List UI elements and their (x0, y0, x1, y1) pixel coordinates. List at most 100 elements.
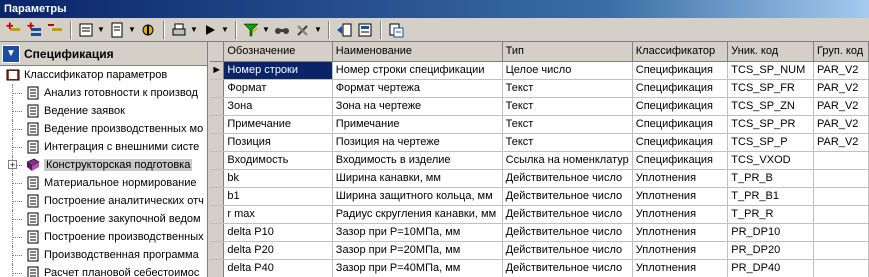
table-cell[interactable]: Спецификация (632, 133, 729, 152)
add-child-icon[interactable]: ✚ (24, 20, 44, 40)
table-row[interactable]: Входимость Входимость в изделие Ссылка на … (210, 151, 869, 170)
tree-item[interactable]: Материальное нормирование (0, 174, 207, 192)
table-cell[interactable] (813, 223, 869, 242)
print-dropdown-icon[interactable]: ▼ (190, 25, 198, 34)
table-cell[interactable]: Спецификация (632, 61, 729, 80)
tree-item[interactable]: Ведение производственных мо (0, 120, 207, 138)
table-cell[interactable]: Зазор при Р=40МПа, мм (332, 259, 503, 277)
table-cell[interactable] (813, 205, 869, 224)
table-cell[interactable]: TCS_SP_P (727, 133, 815, 152)
table-cell[interactable]: delta P40 (223, 259, 333, 277)
table-cell[interactable]: Уплотнения (632, 241, 729, 260)
table-cell[interactable]: TCS_SP_PR (727, 115, 815, 134)
tools-dropdown-icon[interactable]: ▼ (314, 25, 322, 34)
table-cell[interactable]: Действительное число (502, 259, 633, 277)
expand-icon[interactable]: + (8, 160, 17, 170)
row-indicator[interactable] (210, 169, 225, 188)
table-cell[interactable]: Ширина канавки, мм (332, 169, 503, 188)
row-indicator[interactable] (210, 79, 225, 98)
table-cell[interactable]: Спецификация (632, 97, 729, 116)
table-row[interactable]: bk Ширина канавки, мм Действительное число… (210, 169, 869, 188)
table-cell[interactable]: Входимость (223, 151, 333, 170)
table-cell[interactable]: Уплотнения (632, 205, 729, 224)
tools-icon[interactable] (293, 20, 313, 40)
table-row[interactable]: Примечание Примечание Текст Спецификация TCS… (210, 115, 869, 134)
table-cell[interactable]: PAR_V2 (813, 61, 869, 80)
table-cell[interactable] (813, 187, 869, 206)
table-cell[interactable]: Спецификация (632, 115, 729, 134)
filter-dropdown-icon[interactable]: ▼ (262, 25, 270, 34)
refresh-icon[interactable] (386, 20, 406, 40)
table-cell[interactable]: Текст (502, 115, 633, 134)
tree-item[interactable]: Производственная программа (0, 246, 207, 264)
table-cell[interactable]: PAR_V2 (813, 79, 869, 98)
import-icon[interactable] (355, 20, 375, 40)
table-cell[interactable]: Формат (223, 79, 333, 98)
table-row[interactable]: ► Номер строки Номер строки спецификации Це… (210, 61, 869, 80)
table-cell[interactable]: Действительное число (502, 205, 633, 224)
table-cell[interactable]: TCS_SP_ZN (727, 97, 815, 116)
row-indicator[interactable] (210, 205, 225, 224)
table-cell[interactable]: PAR_V2 (813, 115, 869, 134)
row-indicator[interactable] (210, 97, 225, 116)
table-cell[interactable]: Текст (502, 133, 633, 152)
column-header-classifier[interactable]: Классификатор (632, 42, 729, 62)
table-cell[interactable]: bk (223, 169, 333, 188)
tree-item[interactable]: Построение производственных (0, 228, 207, 246)
document-icon[interactable] (107, 20, 127, 40)
tree-item[interactable]: + Конструкторская подготовка (0, 156, 207, 174)
table-cell[interactable]: Номер строки спецификации (332, 61, 503, 80)
table-cell[interactable]: PAR_V2 (813, 133, 869, 152)
table-cell[interactable]: Действительное число (502, 241, 633, 260)
print-icon[interactable] (169, 20, 189, 40)
tree-item[interactable]: Анализ готовности к производ (0, 84, 207, 102)
table-cell[interactable]: Спецификация (632, 151, 729, 170)
table-cell[interactable] (813, 259, 869, 277)
column-header-unique-code[interactable]: Уник. код (727, 42, 815, 62)
row-indicator[interactable] (210, 223, 225, 242)
table-cell[interactable]: Зона (223, 97, 333, 116)
tree-item[interactable]: Построение аналитических отч (0, 192, 207, 210)
table-cell[interactable]: Радиус скругления канавки, мм (332, 205, 503, 224)
table-cell[interactable]: Позиция на чертеже (332, 133, 503, 152)
filter-icon[interactable] (241, 20, 261, 40)
table-cell[interactable]: r max (223, 205, 333, 224)
table-cell[interactable]: T_PR_B (727, 169, 815, 188)
tree-item[interactable]: Построение закупочной ведом (0, 210, 207, 228)
table-cell[interactable]: Текст (502, 79, 633, 98)
view-dropdown-icon[interactable]: ▼ (97, 25, 105, 34)
table-cell[interactable]: Ссылка на номенклатур (502, 151, 633, 170)
table-cell[interactable]: Примечание (332, 115, 503, 134)
table-cell[interactable]: PR_DP40 (727, 259, 815, 277)
table-cell[interactable]: Формат чертежа (332, 79, 503, 98)
table-cell[interactable]: Уплотнения (632, 259, 729, 277)
row-indicator[interactable] (210, 241, 225, 260)
panel-toggle-icon[interactable]: ▼ (2, 44, 20, 63)
table-cell[interactable]: Действительное число (502, 169, 633, 188)
table-cell[interactable]: PR_DP10 (727, 223, 815, 242)
table-cell[interactable]: Позиция (223, 133, 333, 152)
table-cell[interactable]: delta P10 (223, 223, 333, 242)
table-cell[interactable]: TCS_VXOD (727, 151, 815, 170)
column-header-name[interactable]: Наименование (332, 42, 503, 62)
table-cell[interactable]: T_PR_R (727, 205, 815, 224)
tree-item[interactable]: Расчет плановой себестоимос (0, 264, 207, 277)
table-cell[interactable]: Уплотнения (632, 169, 729, 188)
tree-item[interactable]: Ведение заявок (0, 102, 207, 120)
table-cell[interactable]: Примечание (223, 115, 333, 134)
table-row[interactable]: r max Радиус скругления канавки, мм Действ… (210, 205, 869, 224)
table-cell[interactable]: Ширина защитного кольца, мм (332, 187, 503, 206)
tree-item[interactable]: Интеграция с внешними систе (0, 138, 207, 156)
row-indicator[interactable] (210, 133, 225, 152)
table-row[interactable]: Позиция Позиция на чертеже Текст Спецификац… (210, 133, 869, 152)
add-icon[interactable]: ✚ (3, 20, 23, 40)
table-cell[interactable]: Зазор при Р=20МПа, мм (332, 241, 503, 260)
table-cell[interactable]: PAR_V2 (813, 97, 869, 116)
row-indicator[interactable] (210, 259, 225, 277)
table-cell[interactable] (813, 169, 869, 188)
row-indicator[interactable]: ► (210, 61, 225, 80)
table-row[interactable]: delta P40 Зазор при Р=40МПа, мм Действител… (210, 259, 869, 277)
table-cell[interactable]: Зона на чертеже (332, 97, 503, 116)
move-icon[interactable] (334, 20, 354, 40)
table-row[interactable]: delta P10 Зазор при Р=10МПа, мм Действител… (210, 223, 869, 242)
